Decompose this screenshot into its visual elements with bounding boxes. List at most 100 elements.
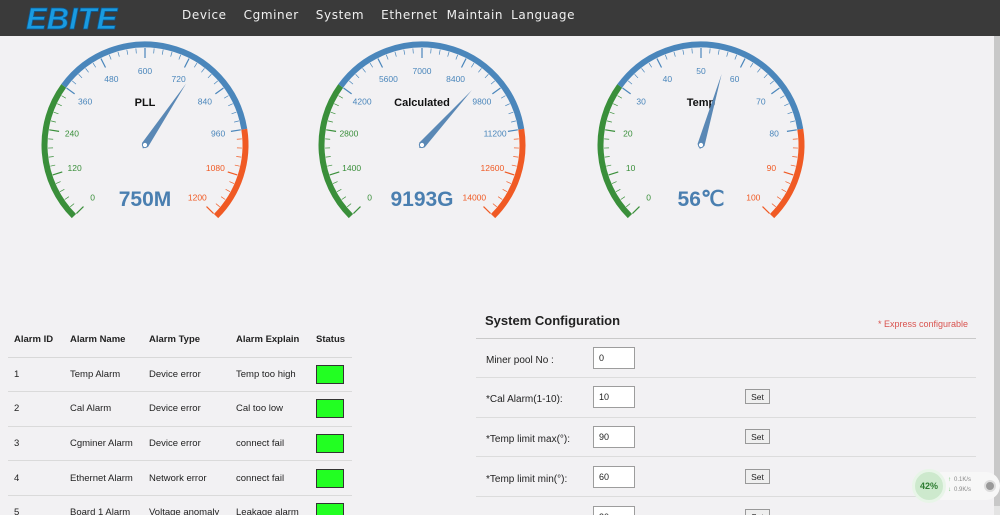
temp-min-set-button[interactable]: Set (745, 469, 770, 484)
major-tick (326, 129, 337, 132)
cal-alarm-label: *Cal Alarm(1-10): (486, 394, 563, 405)
minor-tick (490, 80, 495, 85)
cal-alarm-set-button[interactable]: Set (745, 389, 770, 404)
minor-tick (790, 120, 796, 123)
gauge-title: Calculated (394, 97, 450, 109)
gauge-needle (697, 73, 722, 149)
alarm-name: Cgminer Alarm (64, 426, 143, 462)
alarm-type: Network error (143, 460, 230, 496)
partial-row-set-button[interactable]: Set (745, 509, 770, 515)
gauge-arc-mid (61, 41, 248, 130)
gauge-arc-low (597, 84, 633, 219)
minor-tick (787, 111, 793, 115)
gauge-tick-label: 50 (696, 66, 706, 76)
minor-tick (236, 156, 242, 158)
page-scrollbar[interactable] (994, 36, 1000, 515)
minor-tick (332, 181, 338, 184)
minor-tick (438, 49, 441, 55)
minor-tick (617, 95, 622, 99)
speed-panel: ↑ 0.1K/s ↓ 0.9K/s (940, 472, 1000, 500)
minor-tick (85, 68, 89, 73)
scrollbar-thumb[interactable] (994, 36, 1000, 506)
nav-cgminer[interactable]: Cgminer (244, 8, 299, 22)
minor-tick (776, 196, 782, 200)
major-tick (329, 171, 340, 176)
minor-tick (61, 95, 66, 99)
minor-tick (201, 68, 205, 73)
major-tick (206, 206, 215, 215)
minor-tick (673, 51, 676, 57)
nav-system[interactable]: System (316, 8, 364, 22)
minor-tick (478, 68, 482, 73)
alarm-type: Device error (143, 391, 230, 427)
minor-tick (403, 49, 406, 55)
major-tick (227, 171, 238, 176)
status-indicator (316, 399, 344, 419)
alarm-table-header-row: Alarm ID Alarm Name Alarm Type Alarm Exp… (8, 323, 352, 358)
minor-tick (620, 196, 626, 200)
major-tick (100, 58, 107, 68)
gauge-tick-label: 12600 (481, 163, 505, 173)
minor-tick (213, 80, 218, 85)
temp-min-input[interactable] (593, 466, 635, 488)
nav-maintain[interactable]: Maintain (447, 8, 503, 22)
alarm-id: 5 (8, 495, 64, 515)
header-alarm-name: Alarm Name (64, 323, 143, 358)
minor-tick (611, 181, 617, 184)
gauge-needle (142, 83, 187, 149)
gauge-tick-label: 960 (211, 128, 225, 138)
gauge-tick-label: 840 (198, 97, 212, 107)
temp-max-set-button[interactable]: Set (745, 429, 770, 444)
gauge-arc-mid (338, 41, 525, 130)
minor-tick (615, 189, 621, 193)
alarm-id: 3 (8, 426, 64, 462)
minor-tick (178, 54, 182, 60)
network-speed-widget[interactable]: ↑ 0.1K/s ↓ 0.9K/s 42% (910, 468, 1000, 504)
major-tick (52, 171, 63, 176)
minor-tick (70, 203, 75, 208)
alarm-status-cell (310, 495, 352, 515)
gauge-value: 56℃ (678, 188, 725, 211)
major-tick (656, 58, 663, 68)
miner-pool-input[interactable] (593, 347, 635, 369)
nav-device[interactable]: Device (182, 8, 227, 22)
nav-ethernet[interactable]: Ethernet (381, 8, 438, 22)
gauge-arc-low (318, 84, 354, 219)
minor-tick (606, 120, 612, 123)
minor-tick (757, 68, 761, 73)
minor-tick (64, 196, 70, 200)
minor-tick (641, 68, 645, 73)
minor-tick (53, 111, 59, 115)
svg-text:EBITE: EBITE (26, 2, 119, 34)
partial-row-input[interactable] (593, 506, 635, 515)
minor-tick (194, 62, 198, 68)
miner-pool-label: Miner pool No : (486, 355, 554, 366)
minor-tick (781, 189, 787, 193)
alarm-name: Ethernet Alarm (64, 460, 143, 496)
minor-tick (682, 49, 685, 55)
nav-language[interactable]: Language (511, 8, 575, 22)
alarm-status-cell (310, 426, 352, 462)
temp-max-input[interactable] (593, 426, 635, 448)
alarm-status-cell (310, 460, 352, 496)
top-navigation-bar: EBITE Device Cgminer System Ethernet Mai… (0, 0, 1000, 36)
table-row: 1 Temp Alarm Device error Temp too high (8, 357, 352, 393)
config-row-partial: Set (476, 498, 976, 515)
config-row-miner-pool: Miner pool No : (476, 339, 976, 378)
major-tick (66, 87, 75, 95)
temperature-gauge: 0102030405060708090100Temp56℃ (597, 41, 805, 219)
minor-tick (108, 54, 112, 60)
express-configurable-note: * Express configurable (877, 319, 968, 329)
minor-tick (501, 95, 506, 99)
cal-alarm-input[interactable] (593, 386, 635, 408)
minor-tick (750, 62, 754, 68)
config-row-temp-min: *Temp limit min(°): Set (476, 458, 976, 497)
major-tick (377, 58, 384, 68)
minor-tick (355, 74, 360, 79)
minor-tick (609, 111, 615, 115)
alarm-explain: Temp too high (230, 357, 310, 393)
alarm-id: 4 (8, 460, 64, 496)
minor-tick (48, 156, 54, 158)
gauge-title: PLL (135, 97, 156, 109)
ebite-logo[interactable]: EBITE (24, 2, 142, 34)
